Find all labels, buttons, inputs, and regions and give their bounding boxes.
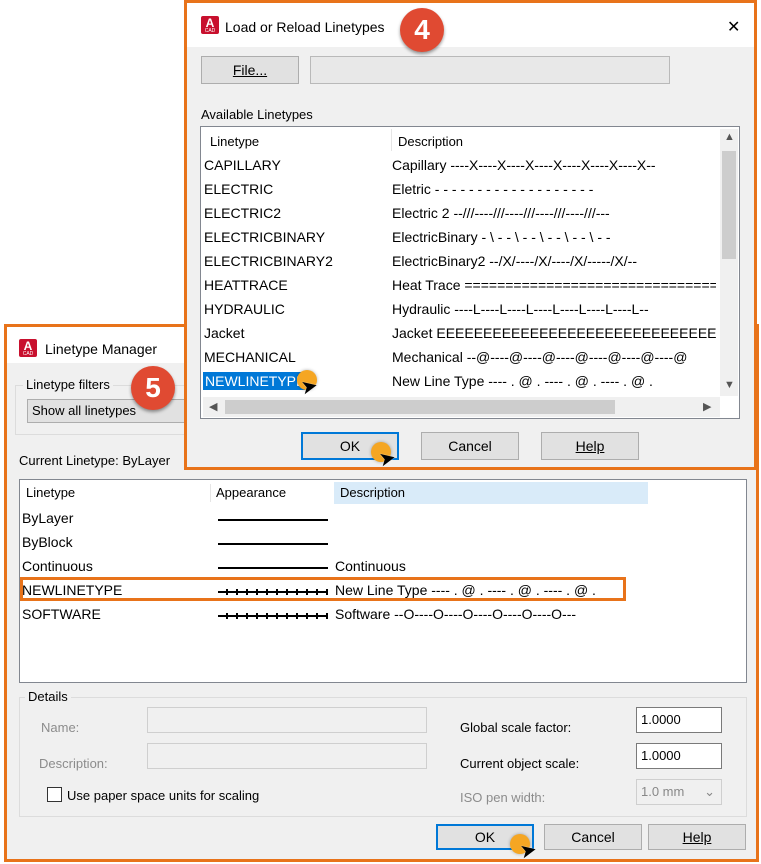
linetype-name: SOFTWARE bbox=[22, 606, 101, 622]
ltm-help-button[interactable]: Help bbox=[648, 824, 746, 850]
linetype-description: Hydraulic ----L----L----L----L----L----L… bbox=[392, 301, 649, 317]
global-scale-input[interactable]: 1.0000 bbox=[636, 707, 722, 733]
linetype-name: ByBlock bbox=[22, 534, 73, 550]
list-item[interactable]: MECHANICAL bbox=[204, 349, 296, 365]
col-header-linetype[interactable]: Linetype bbox=[210, 134, 259, 149]
iso-pen-value: 1.0 mm bbox=[641, 784, 685, 799]
linetype-filters-label: Linetype filters bbox=[23, 377, 113, 392]
object-scale-input[interactable]: 1.0000 bbox=[636, 743, 722, 769]
lrl-title: Load or Reload Linetypes bbox=[225, 19, 385, 35]
highlight-box bbox=[20, 577, 626, 601]
ltm-cancel-button[interactable]: Cancel bbox=[544, 824, 642, 850]
autocad-app-icon: A CAD bbox=[19, 339, 37, 357]
linetype-description: Software --O----O----O----O----O----O--- bbox=[335, 606, 577, 622]
current-linetype-label: Current Linetype: ByLayer bbox=[19, 453, 171, 468]
table-row-byblock[interactable]: ByBlock bbox=[22, 534, 73, 550]
list-item[interactable]: HEATTRACE bbox=[204, 277, 288, 293]
linetype-name: Continuous bbox=[22, 558, 93, 574]
appearance-solid bbox=[218, 519, 328, 521]
available-linetypes-list[interactable]: Linetype Description CAPILLARY Capillary… bbox=[200, 126, 740, 419]
scroll-right-icon[interactable]: ▶ bbox=[703, 400, 711, 413]
list-item[interactable]: ELECTRIC2 bbox=[204, 205, 281, 221]
col-header-linetype[interactable]: Linetype bbox=[26, 485, 75, 500]
appearance-dotted bbox=[218, 613, 328, 619]
linetype-description: Mechanical --@----@----@----@----@----@-… bbox=[392, 349, 688, 365]
autocad-app-icon: A CAD bbox=[201, 16, 219, 34]
linetype-description: Jacket EEEEEEEEEEEEEEEEEEEEEEEEEEEEEEEEE… bbox=[392, 325, 716, 341]
name-label: Name: bbox=[41, 720, 80, 735]
object-scale-label: Current object scale: bbox=[460, 756, 580, 771]
appearance-solid bbox=[218, 567, 328, 569]
global-scale-label: Global scale factor: bbox=[460, 720, 572, 735]
col-divider bbox=[391, 129, 392, 151]
table-row-software[interactable]: SOFTWARE bbox=[22, 606, 101, 622]
linetype-description: Capillary ----X----X----X----X----X----X… bbox=[392, 157, 656, 173]
list-item[interactable]: ELECTRIC bbox=[204, 181, 273, 197]
file-path-field[interactable] bbox=[310, 56, 670, 84]
step-badge-4: 4 bbox=[400, 8, 444, 52]
appearance-solid bbox=[218, 543, 328, 545]
col-header-description[interactable]: Description bbox=[398, 134, 463, 149]
list-item-selected[interactable]: NEWLINETYPE bbox=[201, 371, 309, 391]
scroll-up-icon[interactable]: ▲ bbox=[724, 131, 735, 143]
linetype-list[interactable]: Linetype Appearance Description ByLayer … bbox=[19, 479, 747, 683]
linetype-description: Heat Trace =============================… bbox=[392, 277, 716, 293]
name-field bbox=[147, 707, 427, 733]
scroll-down-icon[interactable]: ▼ bbox=[724, 379, 735, 391]
scroll-thumb[interactable] bbox=[225, 400, 615, 414]
list-item[interactable]: CAPILLARY bbox=[204, 157, 281, 173]
available-linetypes-label: Available Linetypes bbox=[201, 107, 313, 122]
list-item[interactable]: HYDRAULIC bbox=[204, 301, 285, 317]
col-header-description: Description bbox=[340, 485, 406, 500]
col-divider bbox=[210, 484, 211, 502]
lrl-title-bar: A CAD Load or Reload Linetypes ✕ bbox=[187, 3, 754, 47]
step-badge-5: 5 bbox=[131, 366, 175, 410]
linetype-description: Continuous bbox=[335, 558, 406, 574]
description-field bbox=[147, 743, 427, 769]
linetype-name: ByLayer bbox=[22, 510, 74, 526]
paper-space-label: Use paper space units for scaling bbox=[67, 788, 260, 803]
table-row-continuous[interactable]: Continuous bbox=[22, 558, 93, 574]
linetype-description: Eletric - - - - - - - - - - - - - - - - … bbox=[392, 181, 594, 197]
linetype-description: ElectricBinary - \ - - \ - - \ - - \ - -… bbox=[392, 229, 611, 245]
ltm-title: Linetype Manager bbox=[45, 341, 158, 357]
table-row-bylayer[interactable]: ByLayer bbox=[22, 510, 73, 526]
list-item[interactable]: ELECTRICBINARY2 bbox=[204, 253, 333, 269]
linetype-filter-select[interactable]: Show all linetypes bbox=[27, 399, 197, 423]
file-button[interactable]: File... bbox=[201, 56, 299, 84]
load-linetypes-dialog: A CAD Load or Reload Linetypes ✕ File... … bbox=[184, 0, 757, 471]
details-label: Details bbox=[25, 689, 71, 704]
linetype-description: ElectricBinary2 --/X/----/X/----/X/-----… bbox=[392, 253, 637, 269]
vertical-scrollbar[interactable]: ▲ ▼ bbox=[720, 129, 738, 396]
iso-pen-label: ISO pen width: bbox=[460, 790, 546, 805]
lrl-cancel-button[interactable]: Cancel bbox=[421, 432, 519, 460]
horizontal-scrollbar[interactable]: ◀ ▶ bbox=[203, 397, 720, 417]
linetype-description: New Line Type ---- . @ . ---- . @ . ----… bbox=[392, 373, 653, 389]
paper-space-checkbox[interactable] bbox=[47, 787, 62, 802]
linetype-description: Electric 2 --///----///----///----///---… bbox=[392, 205, 610, 221]
iso-pen-select: 1.0 mm ⌄ bbox=[636, 779, 722, 805]
chevron-down-icon: ⌄ bbox=[704, 784, 715, 799]
description-label: Description: bbox=[39, 756, 108, 771]
col-header-appearance[interactable]: Appearance bbox=[216, 485, 286, 500]
mouse-cursor-icon: ➤ bbox=[518, 838, 539, 864]
scroll-thumb[interactable] bbox=[722, 151, 736, 259]
list-item[interactable]: Jacket bbox=[204, 325, 244, 341]
close-icon[interactable]: ✕ bbox=[727, 17, 740, 37]
list-item[interactable]: ELECTRICBINARY bbox=[204, 229, 325, 245]
scroll-left-icon[interactable]: ◀ bbox=[209, 400, 217, 413]
col-header-description-bg[interactable]: Description bbox=[334, 482, 648, 504]
lrl-help-button[interactable]: Help bbox=[541, 432, 639, 460]
